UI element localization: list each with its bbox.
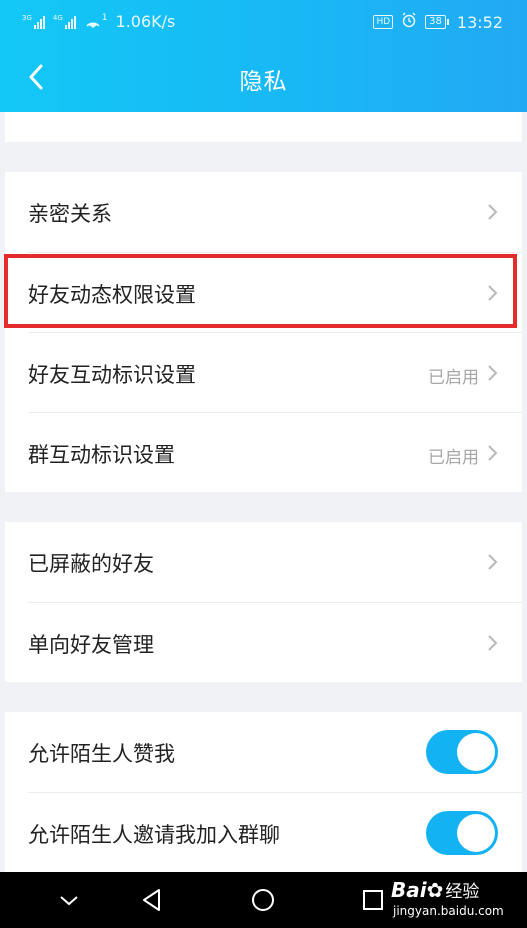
status-value: 已启用 [428, 448, 479, 468]
item-label: 已屏蔽的好友 [28, 552, 154, 576]
blocking-section: 已屏蔽的好友 单向好友管理 [5, 522, 522, 682]
item-label: 好友动态权限设置 [28, 283, 196, 307]
app-header: 3G 4G 1 1.06K/s HD 38 13:52 隐私 [0, 0, 527, 112]
group-interaction-marks-item[interactable]: 群互动标识设置 已启用 [5, 413, 522, 493]
home-circle-icon[interactable] [249, 886, 277, 914]
paw-icon: ✿ [426, 878, 444, 902]
item-label: 群互动标识设置 [28, 443, 175, 467]
friend-interaction-marks-item[interactable]: 好友互动标识设置 已启用 [5, 333, 522, 413]
feed-permission-item[interactable]: 好友动态权限设置 [5, 253, 522, 333]
toggle-knob [457, 814, 495, 852]
hide-nav-button[interactable] [55, 886, 83, 914]
scrolled-section [5, 112, 522, 142]
battery-icon: 38 [425, 15, 449, 29]
item-label: 允许陌生人邀请我加入群聊 [28, 823, 280, 847]
recents-square-icon[interactable] [359, 886, 387, 914]
chevron-right-icon [488, 285, 498, 301]
chevron-right-icon [488, 204, 498, 220]
toggle-knob [457, 733, 495, 771]
signal-4g-icon: 4G [53, 14, 76, 29]
signal-3g-icon: 3G [22, 14, 45, 29]
status-value: 已启用 [428, 368, 479, 388]
status-bar: 3G 4G 1 1.06K/s HD 38 13:52 [0, 0, 527, 44]
strangers-section: 允许陌生人赞我 允许陌生人邀请我加入群聊 [5, 712, 522, 872]
chevron-right-icon [488, 445, 498, 461]
item-label: 单向好友管理 [28, 633, 154, 657]
one-way-friends-item[interactable]: 单向好友管理 [5, 603, 522, 683]
chevron-right-icon [488, 554, 498, 570]
allow-stranger-like-toggle[interactable] [426, 730, 498, 774]
chevron-right-icon [488, 635, 498, 651]
intimate-relations-item[interactable]: 亲密关系 [5, 172, 522, 252]
allow-stranger-invite-item: 允许陌生人邀请我加入群聊 [5, 793, 522, 873]
chevron-right-icon [488, 365, 498, 381]
allow-stranger-invite-toggle[interactable] [426, 811, 498, 855]
page-title: 隐私 [239, 69, 288, 95]
item-label: 亲密关系 [28, 202, 112, 226]
relations-section: 亲密关系 好友动态权限设置 好友互动标识设置 已启用 群互动标识设置 已启用 [5, 172, 522, 492]
clock: 13:52 [456, 12, 503, 32]
blocked-friends-item[interactable]: 已屏蔽的好友 [5, 522, 522, 602]
back-triangle-icon[interactable] [138, 886, 166, 914]
alarm-icon [401, 12, 417, 32]
allow-stranger-like-item: 允许陌生人赞我 [5, 712, 522, 792]
hd-badge: HD [373, 15, 394, 29]
baidu-jingyan-watermark: Bai✿ 经验 jingyan.baidu.com [391, 878, 504, 918]
network-speed: 1.06K/s [115, 12, 176, 31]
hotspot-icon: 1 [84, 13, 108, 30]
nav-bar: 隐私 [0, 44, 527, 112]
system-nav-bar: Bai✿ 经验 jingyan.baidu.com [0, 872, 527, 928]
item-label: 好友互动标识设置 [28, 363, 196, 387]
item-label: 允许陌生人赞我 [28, 742, 175, 766]
